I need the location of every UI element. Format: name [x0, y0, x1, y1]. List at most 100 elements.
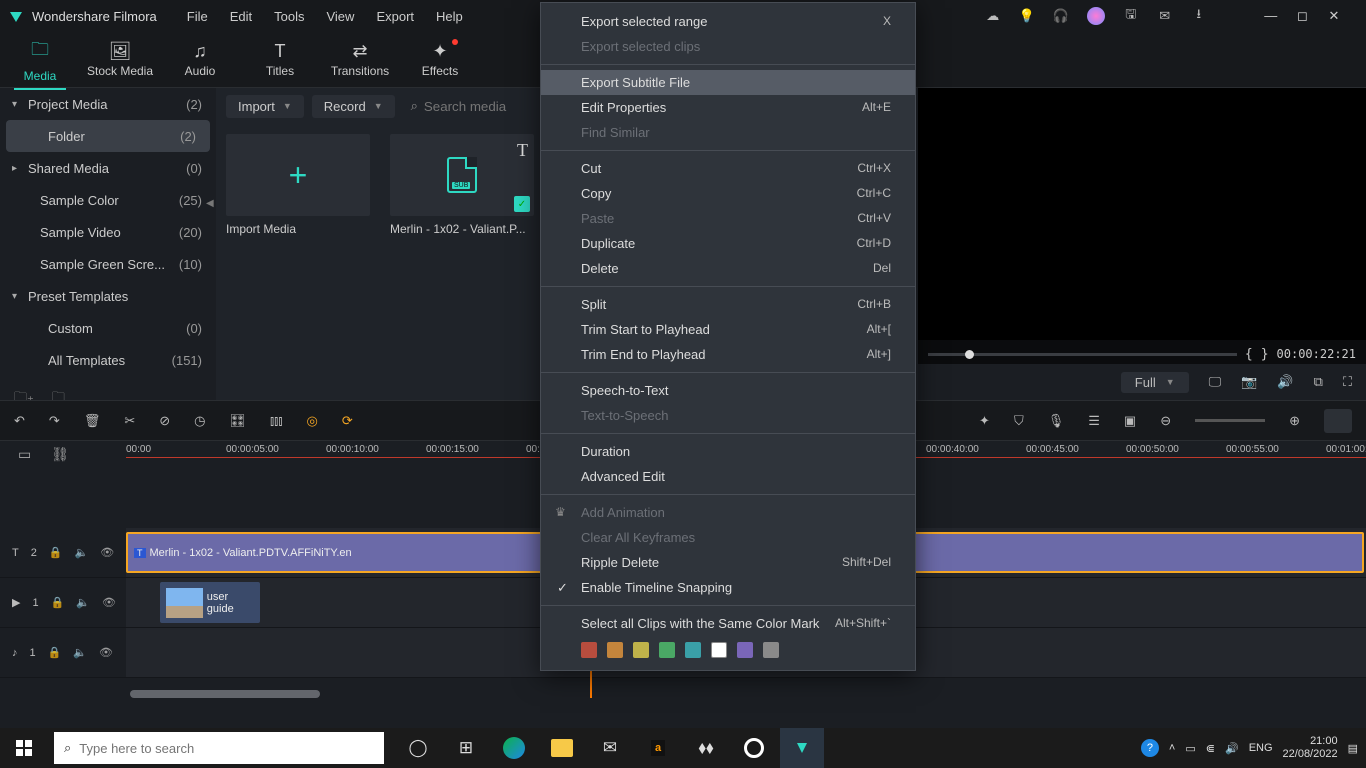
- volume-tray-icon[interactable]: 🔊: [1225, 742, 1239, 755]
- cloud-icon[interactable]: ☁: [985, 8, 1001, 24]
- mail-icon[interactable]: ✉: [588, 728, 632, 768]
- window-close-button[interactable]: ✕: [1320, 8, 1348, 24]
- lock-icon[interactable]: 🔒: [48, 646, 62, 659]
- mail-icon[interactable]: ✉: [1157, 8, 1173, 24]
- display-icon[interactable]: 🖵: [1209, 374, 1222, 390]
- mark-in-icon[interactable]: {: [1245, 347, 1253, 362]
- track-header[interactable]: ▶1🔒🔈👁: [0, 578, 126, 627]
- color-swatch[interactable]: [659, 642, 675, 658]
- menu-item[interactable]: Duration: [541, 439, 915, 464]
- save-icon[interactable]: 🖫: [1123, 8, 1139, 24]
- tab-transitions[interactable]: ⇄Transitions: [320, 35, 400, 84]
- menu-item[interactable]: CopyCtrl+C: [541, 181, 915, 206]
- avatar-icon[interactable]: [1087, 7, 1105, 25]
- visibility-icon[interactable]: 👁: [100, 546, 114, 559]
- tag-icon[interactable]: ⊘: [159, 413, 170, 429]
- color-swatch[interactable]: [607, 642, 623, 658]
- color-swatch[interactable]: [685, 642, 701, 658]
- audio-wave-icon[interactable]: ⫾⫾⫾: [270, 413, 282, 429]
- timeline-toggle-button[interactable]: [1324, 409, 1352, 433]
- mic-icon[interactable]: 🎙: [1048, 413, 1065, 429]
- menu-item[interactable]: SplitCtrl+B: [541, 292, 915, 317]
- sidebar-item[interactable]: Sample Color(25): [0, 184, 216, 216]
- color-icon[interactable]: ◎: [306, 413, 317, 429]
- sidebar-item[interactable]: Sample Green Scre...(10): [0, 248, 216, 280]
- taskbar-search[interactable]: ⌕: [54, 732, 384, 764]
- start-button[interactable]: [0, 728, 48, 768]
- timeline-h-scrollbar[interactable]: [130, 690, 320, 698]
- marker-icon[interactable]: ▣: [1124, 413, 1136, 429]
- timeline-clip[interactable]: user guide: [160, 582, 260, 623]
- mute-icon[interactable]: 🔈: [75, 546, 89, 559]
- delete-icon[interactable]: 🗑: [84, 413, 101, 429]
- sidebar-item[interactable]: ▾Project Media(2): [0, 88, 216, 120]
- menu-view[interactable]: View: [316, 5, 364, 28]
- download-icon[interactable]: ⭳: [1191, 8, 1207, 24]
- menu-item[interactable]: CutCtrl+X: [541, 156, 915, 181]
- dropbox-icon[interactable]: ⬧⬧: [684, 728, 728, 768]
- import-dropdown[interactable]: Import▼: [226, 95, 304, 118]
- zoom-in-icon[interactable]: ⊕: [1289, 413, 1300, 429]
- media-item[interactable]: +Import Media: [226, 134, 370, 236]
- menu-item[interactable]: Export selected rangeX: [541, 9, 915, 34]
- task-view-icon[interactable]: ⊞: [444, 728, 488, 768]
- color-swatch[interactable]: [633, 642, 649, 658]
- redo-icon[interactable]: ↷: [49, 413, 60, 429]
- sidebar-item[interactable]: Sample Video(20): [0, 216, 216, 248]
- menu-item[interactable]: Speech-to-Text: [541, 378, 915, 403]
- help-tray-icon[interactable]: ?: [1141, 739, 1159, 757]
- pip-icon[interactable]: ⧉: [1314, 374, 1323, 390]
- collapse-handle-icon[interactable]: ◀: [206, 198, 214, 209]
- undo-icon[interactable]: ↶: [14, 413, 25, 429]
- visibility-icon[interactable]: 👁: [102, 596, 116, 609]
- color-swatch[interactable]: [763, 642, 779, 658]
- track-header[interactable]: ♪1🔒🔈👁: [0, 628, 126, 677]
- zoom-out-icon[interactable]: ⊖: [1160, 413, 1171, 429]
- menu-edit[interactable]: Edit: [220, 5, 262, 28]
- shield-icon[interactable]: ⛉: [1014, 413, 1024, 429]
- volume-icon[interactable]: 🔊: [1277, 374, 1293, 390]
- adjust-icon[interactable]: 🎛: [229, 413, 246, 429]
- menu-item[interactable]: Export Subtitle File: [541, 70, 915, 95]
- track-manage-icon[interactable]: ▭: [18, 446, 31, 463]
- window-minimize-button[interactable]: —: [1257, 8, 1285, 23]
- taskbar-clock[interactable]: 21:00 22/08/2022: [1283, 735, 1338, 760]
- cut-icon[interactable]: ✂: [124, 413, 135, 429]
- subtitle-thumbnail[interactable]: T✓: [390, 134, 534, 216]
- amazon-icon[interactable]: a: [636, 728, 680, 768]
- link-icon[interactable]: ⛓: [51, 446, 69, 463]
- sidebar-item[interactable]: Custom(0): [0, 312, 216, 344]
- sidebar-item[interactable]: Folder(2): [6, 120, 210, 152]
- import-thumbnail[interactable]: +: [226, 134, 370, 216]
- menu-help[interactable]: Help: [426, 5, 473, 28]
- edge-icon[interactable]: [492, 728, 536, 768]
- menu-item[interactable]: Enable Timeline Snapping: [541, 575, 915, 600]
- tab-media[interactable]: 🗀Media: [0, 31, 80, 89]
- battery-icon[interactable]: ▭: [1185, 742, 1195, 755]
- stopwatch-icon[interactable]: ◷: [194, 413, 205, 429]
- color-swatch[interactable]: [581, 642, 597, 658]
- sidebar-item[interactable]: ▸Shared Media(0): [0, 152, 216, 184]
- tab-titles[interactable]: TTitles: [240, 35, 320, 84]
- mute-icon[interactable]: 🔈: [73, 646, 87, 659]
- list-icon[interactable]: ☰: [1088, 413, 1100, 429]
- idea-icon[interactable]: 💡: [1019, 8, 1035, 24]
- color-swatch[interactable]: [737, 642, 753, 658]
- menu-item[interactable]: Trim End to PlayheadAlt+]: [541, 342, 915, 367]
- visibility-icon[interactable]: 👁: [99, 646, 113, 659]
- menu-item[interactable]: DeleteDel: [541, 256, 915, 281]
- menu-item[interactable]: DuplicateCtrl+D: [541, 231, 915, 256]
- color-swatch[interactable]: [711, 642, 727, 658]
- media-item[interactable]: T✓Merlin - 1x02 - Valiant.P...: [390, 134, 534, 236]
- menu-item[interactable]: Advanced Edit: [541, 464, 915, 489]
- wifi-icon[interactable]: ⋐: [1206, 742, 1215, 755]
- menu-tools[interactable]: Tools: [264, 5, 314, 28]
- tab-audio[interactable]: ♫Audio: [160, 35, 240, 84]
- preview-viewport[interactable]: [918, 88, 1366, 340]
- sidebar-item[interactable]: ▾Preset Templates: [0, 280, 216, 312]
- mute-icon[interactable]: 🔈: [76, 596, 90, 609]
- menu-item[interactable]: Select all Clips with the Same Color Mar…: [541, 611, 915, 636]
- filmora-icon[interactable]: [780, 728, 824, 768]
- taskbar-search-input[interactable]: [79, 741, 374, 756]
- snapshot-icon[interactable]: 📷: [1241, 374, 1257, 390]
